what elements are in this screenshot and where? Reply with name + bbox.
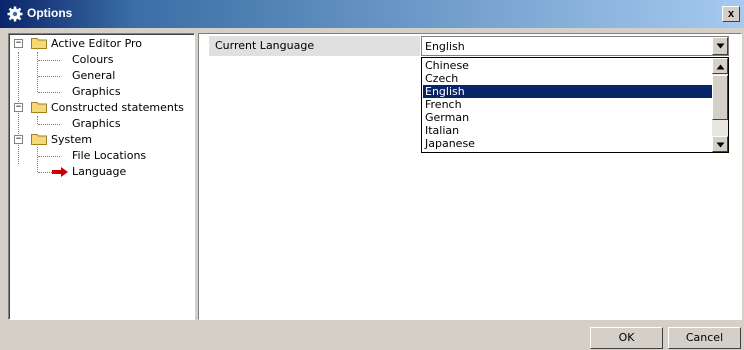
scroll-up-button[interactable] [712, 58, 728, 74]
tree-item-system[interactable]: System [51, 133, 92, 146]
window-title: Options [27, 6, 73, 20]
gear-icon [7, 6, 23, 22]
tree-item-graphics-2[interactable]: Graphics [72, 117, 121, 130]
settings-panel: Current Language English Chinese Czech E… [198, 33, 742, 320]
dropdown-scrollbar[interactable] [712, 58, 728, 152]
language-option-french[interactable]: French [423, 98, 715, 111]
folder-icon [31, 38, 47, 49]
ok-button[interactable]: OK [590, 327, 663, 349]
options-tree[interactable]: − Active Editor Pro Colours General Grap… [8, 33, 195, 320]
language-option-japanese[interactable]: Japanese [423, 137, 715, 150]
language-option-english[interactable]: English [423, 85, 715, 98]
tree-connector [38, 92, 60, 94]
scroll-thumb[interactable] [712, 75, 728, 120]
tree-connector [37, 116, 39, 124]
scroll-down-button[interactable] [712, 136, 728, 152]
folder-icon [31, 134, 47, 145]
language-select[interactable]: English [421, 36, 729, 56]
close-icon: x [727, 8, 735, 20]
chevron-up-icon [716, 64, 725, 70]
current-language-label: Current Language [209, 36, 420, 56]
expand-toggle-system[interactable]: − [14, 135, 23, 144]
tree-connector [38, 156, 60, 158]
language-option-czech[interactable]: Czech [423, 72, 715, 85]
tree-item-language[interactable]: Language [72, 165, 126, 178]
tree-connector [38, 172, 52, 174]
dropdown-button[interactable] [712, 37, 728, 55]
language-option-german[interactable]: German [423, 111, 715, 124]
tree-item-graphics[interactable]: Graphics [72, 85, 121, 98]
red-arrow-icon [52, 167, 68, 177]
tree-connector [38, 124, 60, 126]
language-option-italian[interactable]: Italian [423, 124, 715, 137]
tree-item-active-editor-pro[interactable]: Active Editor Pro [51, 37, 142, 50]
cancel-button[interactable]: Cancel [668, 327, 741, 349]
expand-toggle-constructed-statements[interactable]: − [14, 103, 23, 112]
close-button[interactable]: x [722, 6, 740, 22]
chevron-down-icon [716, 43, 725, 49]
tree-item-colours[interactable]: Colours [72, 53, 113, 66]
chevron-down-icon [716, 142, 725, 148]
language-dropdown-list[interactable]: Chinese Czech English French German Ital… [421, 57, 729, 153]
tree-connector [38, 76, 60, 78]
tree-item-constructed-statements[interactable]: Constructed statements [51, 101, 184, 114]
language-select-value: English [425, 40, 465, 53]
tree-item-file-locations[interactable]: File Locations [72, 149, 146, 162]
tree-item-general[interactable]: General [72, 69, 115, 82]
tree-connector [38, 60, 60, 62]
folder-icon [31, 102, 47, 113]
expand-toggle-active-editor-pro[interactable]: − [14, 39, 23, 48]
title-bar[interactable]: Options x [0, 0, 744, 28]
options-window: Options x − Active Editor Pro Colours Ge… [0, 0, 744, 350]
tree-connector [37, 52, 39, 92]
tree-connector [37, 147, 39, 172]
language-option-chinese[interactable]: Chinese [423, 59, 715, 72]
